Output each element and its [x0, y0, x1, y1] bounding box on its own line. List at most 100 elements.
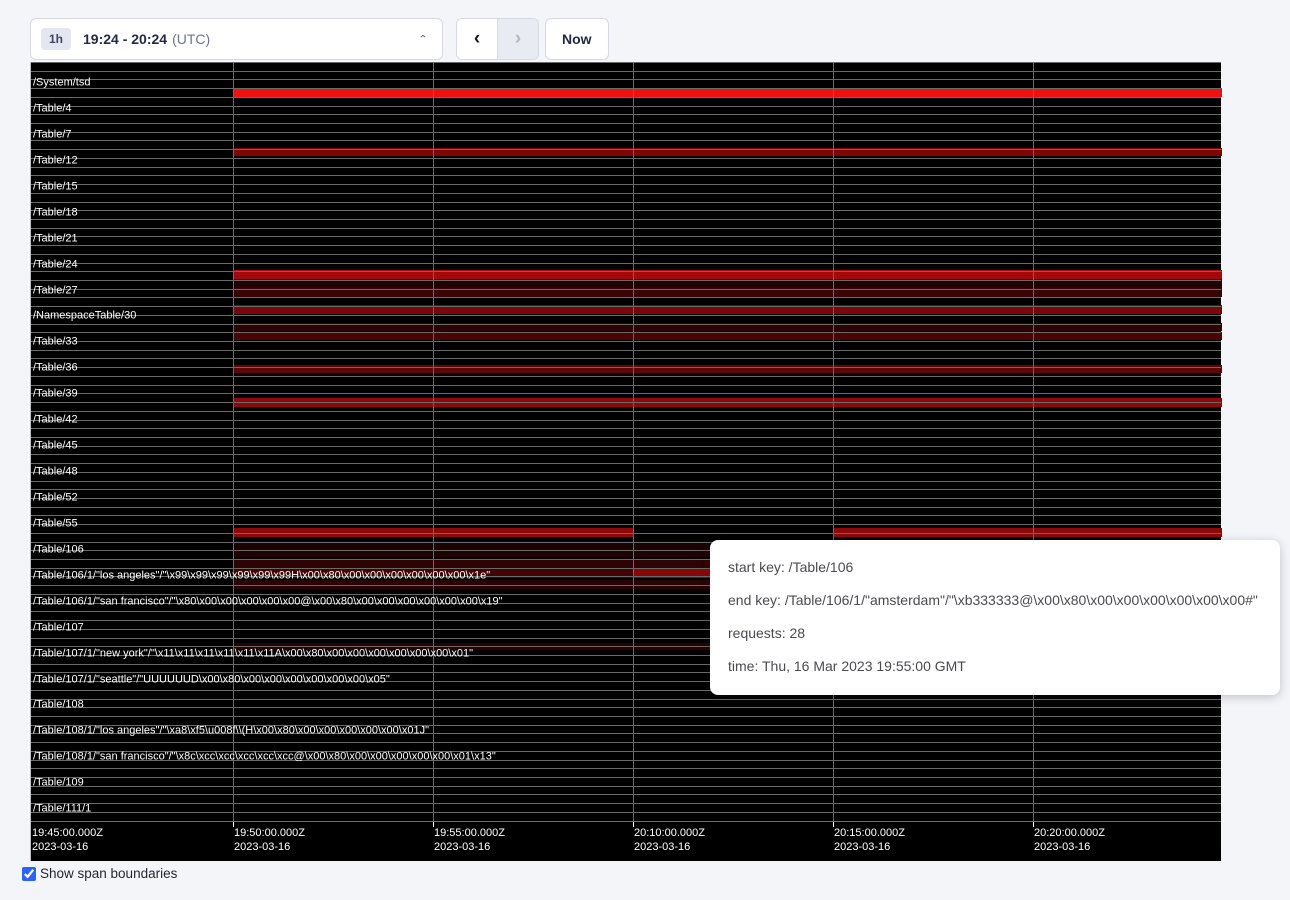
time-range-label: 19:24 - 20:24(UTC) [83, 31, 210, 47]
span-boundary-line [31, 794, 1221, 795]
span-boundary-line [31, 463, 1221, 464]
span-boundary-line [31, 193, 1221, 194]
span-boundary-line [31, 777, 1221, 778]
span-boundary-line [31, 297, 1221, 298]
span-boundary-line [31, 62, 1221, 63]
span-boundary-line [31, 106, 1221, 107]
row-key-label: /Table/106/1/"los angeles"/"\x99\x99\x99… [33, 570, 490, 581]
time-axis-label: 19:45:00.000Z2023-03-16 [32, 826, 103, 854]
row-key-label: /Table/108 [33, 700, 84, 711]
span-boundary-line [31, 376, 1221, 377]
span-boundary-line [31, 812, 1221, 813]
span-boundary-line [31, 202, 1221, 203]
show-span-boundaries-checkbox[interactable] [22, 867, 36, 881]
row-key-label: /Table/111/1 [33, 804, 91, 815]
span-boundary-line [31, 437, 1221, 438]
time-axis-label: 19:55:00.000Z2023-03-16 [434, 826, 505, 854]
row-key-label: /Table/18 [33, 207, 78, 218]
span-boundary-line [31, 707, 1221, 708]
span-boundary-line [31, 481, 1221, 482]
span-boundary-line [31, 524, 1221, 525]
show-span-boundaries-label[interactable]: Show span boundaries [40, 866, 177, 881]
row-key-label: /Table/36 [33, 363, 78, 374]
heat-band[interactable] [233, 365, 1222, 373]
row-key-label: /Table/15 [33, 181, 78, 192]
row-key-label: /System/tsd [33, 78, 90, 89]
span-boundary-line [31, 367, 1221, 368]
span-boundary-line [31, 385, 1221, 386]
now-button[interactable]: Now [545, 18, 609, 60]
time-gridline [233, 62, 234, 822]
span-boundary-line [31, 332, 1221, 333]
heat-band[interactable] [233, 88, 1222, 97]
time-gridline [1033, 62, 1034, 822]
footer: Show span boundaries [22, 866, 177, 881]
row-key-label: /Table/7 [33, 129, 72, 140]
span-boundary-line [31, 167, 1221, 168]
span-boundary-line [31, 699, 1221, 700]
span-boundary-line [31, 210, 1221, 211]
span-boundary-line [31, 306, 1221, 307]
span-boundary-line [31, 79, 1221, 80]
chevron-right-icon: › [515, 28, 521, 50]
row-key-label: /Table/107 [33, 622, 84, 633]
span-boundary-line [31, 280, 1221, 281]
time-nav-group: ‹ › [456, 18, 539, 60]
span-boundary-line [31, 132, 1221, 133]
row-key-label: /Table/12 [33, 155, 78, 166]
span-boundary-line [31, 315, 1221, 316]
row-key-label: /Table/106/1/"san francisco"/"\x80\x00\x… [33, 596, 503, 607]
span-boundary-line [31, 489, 1221, 490]
span-boundary-line [31, 446, 1221, 447]
tooltip-end-key: end key: /Table/106/1/"amsterdam"/"\xb33… [728, 584, 1262, 617]
span-boundary-line [31, 175, 1221, 176]
span-boundary-line [31, 219, 1221, 220]
toolbar: 1h 19:24 - 20:24(UTC) ⌃︎ ‹ › Now [0, 0, 1290, 62]
time-gridline [433, 62, 434, 822]
time-axis-label: 20:15:00.000Z2023-03-16 [834, 826, 905, 854]
next-time-button[interactable]: › [498, 19, 538, 59]
span-boundary-line [31, 184, 1221, 185]
row-key-label: /Table/21 [33, 233, 78, 244]
span-boundary-line [31, 228, 1221, 229]
span-boundary-line [31, 88, 1221, 89]
row-key-label: /Table/42 [33, 415, 78, 426]
row-key-label: /Table/4 [33, 103, 72, 114]
time-range-duration-badge: 1h [41, 28, 71, 50]
row-key-label: /NamespaceTable/30 [33, 311, 136, 322]
prev-time-button[interactable]: ‹ [457, 19, 497, 59]
time-axis-label: 20:20:00.000Z2023-03-16 [1034, 826, 1105, 854]
span-boundary-line [31, 515, 1221, 516]
row-key-label: /Table/106 [33, 544, 84, 555]
row-key-label: /Table/107/1/"new york"/"\x11\x11\x11\x1… [33, 648, 473, 659]
key-visualizer-heatmap-canvas[interactable]: /System/tsd/Table/4/Table/7/Table/12/Tab… [30, 62, 1221, 861]
span-boundary-line [31, 358, 1221, 359]
span-boundary-line [31, 472, 1221, 473]
time-axis-label: 19:50:00.000Z2023-03-16 [234, 826, 305, 854]
time-axis-label: 20:10:00.000Z2023-03-16 [634, 826, 705, 854]
span-boundary-line [31, 402, 1221, 403]
chevron-down-icon: ⌃︎ [418, 33, 428, 44]
row-key-label: /Table/55 [33, 518, 78, 529]
span-boundary-line [31, 507, 1221, 508]
row-key-label: /Table/107/1/"seattle"/"UUUUUUD\x00\x80\… [33, 674, 390, 685]
span-boundary-line [31, 768, 1221, 769]
chevron-left-icon: ‹ [474, 28, 480, 50]
row-key-label: /Table/27 [33, 285, 78, 296]
span-boundary-line [31, 324, 1221, 325]
span-boundary-line [31, 158, 1221, 159]
time-range-dropdown[interactable]: 1h 19:24 - 20:24(UTC) ⌃︎ [30, 18, 443, 60]
row-key-label: /Table/45 [33, 441, 78, 452]
row-key-label: /Table/39 [33, 389, 78, 400]
row-key-label: /Table/108/1/"los angeles"/"\xa8\xf5\u00… [33, 726, 429, 737]
row-key-label: /Table/48 [33, 467, 78, 478]
span-boundary-line [31, 411, 1221, 412]
span-boundary-line [31, 533, 1221, 534]
span-boundary-line [31, 428, 1221, 429]
span-boundary-line [31, 263, 1221, 264]
tooltip-start-key: start key: /Table/106 [728, 551, 1262, 584]
row-key-label: /Table/52 [33, 492, 78, 503]
span-boundary-line [31, 742, 1221, 743]
span-boundary-line [31, 393, 1221, 394]
row-key-label: /Table/33 [33, 337, 78, 348]
